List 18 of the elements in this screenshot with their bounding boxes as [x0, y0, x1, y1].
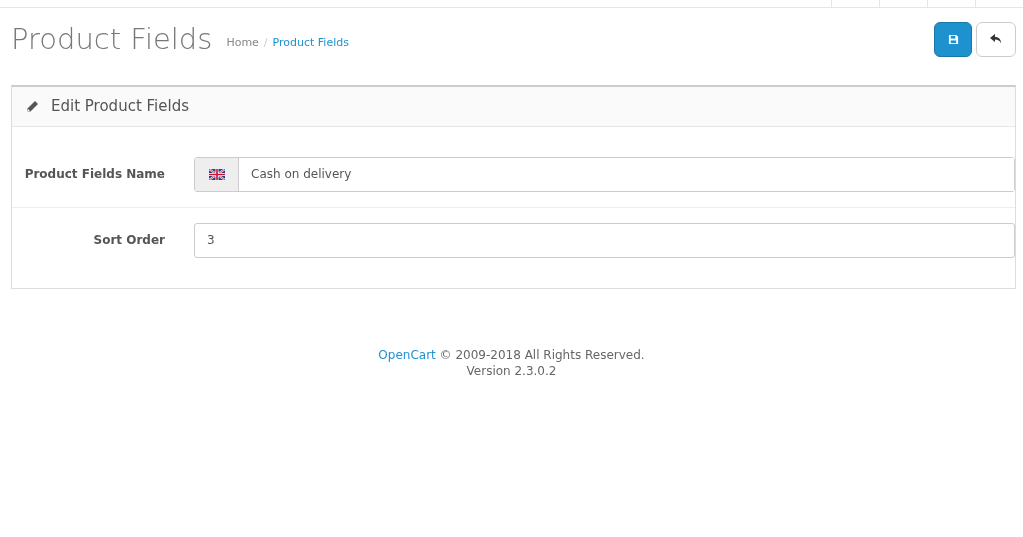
field-label: Sort Order: [92, 232, 166, 249]
breadcrumb-link[interactable]: Product Fields: [272, 36, 349, 50]
copyright-text: © 2009-2018 All Rights Reserved.: [439, 347, 645, 362]
save-icon: [947, 34, 959, 45]
breadcrumb-link[interactable]: Home: [226, 36, 259, 50]
opencart-link[interactable]: OpenCart: [378, 347, 436, 362]
input-field[interactable]: Cash on delivery: [194, 156, 1015, 192]
version-text: Version 2.3.0.2: [466, 364, 557, 379]
save-button[interactable]: [934, 22, 972, 57]
reply-icon: [990, 34, 1002, 45]
field-label: Product Fields Name: [23, 166, 166, 183]
breadcrumb-separator: /: [262, 36, 269, 50]
page-title: Product Fields: [11, 22, 213, 57]
back-button[interactable]: [976, 22, 1016, 57]
pencil-icon: [26, 99, 39, 113]
flag-icon: [208, 168, 225, 180]
input-field[interactable]: 3: [194, 222, 1015, 258]
panel-title: Edit Product Fields: [51, 96, 189, 117]
